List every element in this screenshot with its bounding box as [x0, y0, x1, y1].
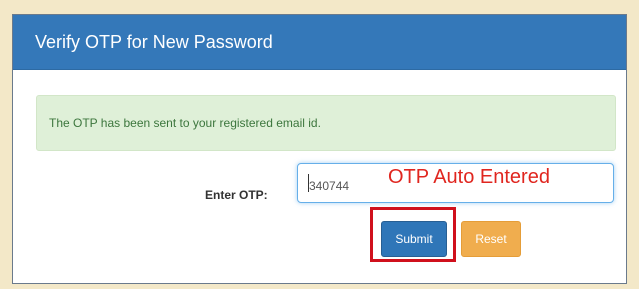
otp-value: 340744: [309, 179, 350, 193]
panel-title: Verify OTP for New Password: [35, 32, 273, 52]
reset-button[interactable]: Reset: [461, 221, 521, 257]
success-alert: The OTP has been sent to your registered…: [36, 95, 616, 151]
submit-button[interactable]: Submit: [381, 221, 447, 257]
panel-header: Verify OTP for New Password: [13, 15, 626, 70]
alert-message: The OTP has been sent to your registered…: [49, 116, 321, 130]
verify-otp-panel: Verify OTP for New Password The OTP has …: [12, 14, 627, 284]
otp-label: Enter OTP:: [205, 188, 268, 202]
otp-auto-entered-annotation: OTP Auto Entered: [388, 166, 550, 188]
